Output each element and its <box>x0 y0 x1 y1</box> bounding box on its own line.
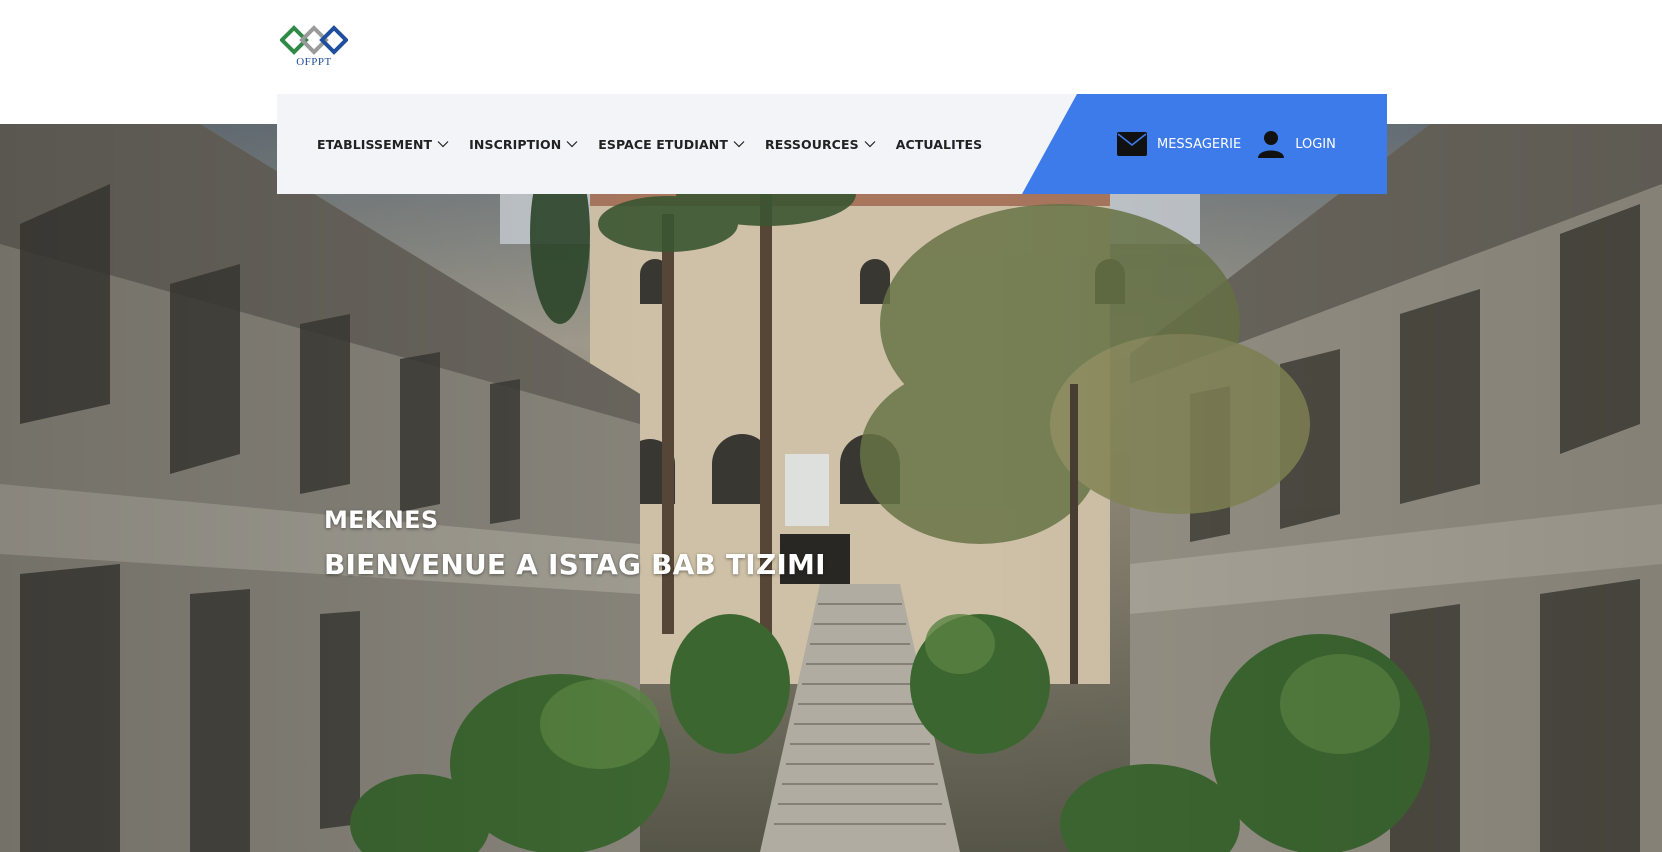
nav-item-label: ACTUALITES <box>895 136 983 152</box>
chevron-down-icon <box>864 140 876 148</box>
chevron-down-icon <box>437 140 449 148</box>
nav-item-espace-etudiant[interactable]: ESPACE ETUDIANT <box>598 137 745 152</box>
envelope-icon <box>1117 132 1147 156</box>
hero-overlay <box>0 124 1662 852</box>
user-icon <box>1257 130 1285 158</box>
login-label: LOGIN <box>1295 136 1336 152</box>
logo-text: OFPPT <box>296 56 332 68</box>
messagerie-link[interactable]: MESSAGERIE <box>1117 132 1241 156</box>
nav-menu: ETABLISSEMENT INSCRIPTION ESPACE ETUDIAN… <box>317 94 1002 194</box>
nav-item-etablissement[interactable]: ETABLISSEMENT <box>317 137 449 152</box>
messagerie-label: MESSAGERIE <box>1157 136 1242 152</box>
nav-item-inscription[interactable]: INSCRIPTION <box>469 137 578 152</box>
nav-item-label: INSCRIPTION <box>469 136 562 152</box>
nav-item-ressources[interactable]: RESSOURCES <box>765 137 876 152</box>
nav-item-label: ESPACE ETUDIANT <box>598 136 728 152</box>
ofppt-logo[interactable]: OFPPT <box>280 24 348 70</box>
hero-title: BIENVENUE A ISTAG BAB TIZIMI <box>324 548 826 581</box>
chevron-down-icon <box>733 140 745 148</box>
login-link[interactable]: LOGIN <box>1257 130 1336 158</box>
nav-item-label: ETABLISSEMENT <box>317 136 433 152</box>
nav-actions: MESSAGERIE LOGIN <box>1117 94 1336 194</box>
nav-item-label: RESSOURCES <box>764 136 859 152</box>
nav-item-actualites[interactable]: ACTUALITES <box>896 137 983 152</box>
chevron-down-icon <box>566 140 578 148</box>
logo-diamonds-icon <box>280 25 348 55</box>
hero-city: MEKNES <box>324 506 439 534</box>
hero-banner: MEKNES BIENVENUE A ISTAG BAB TIZIMI <box>0 124 1662 852</box>
